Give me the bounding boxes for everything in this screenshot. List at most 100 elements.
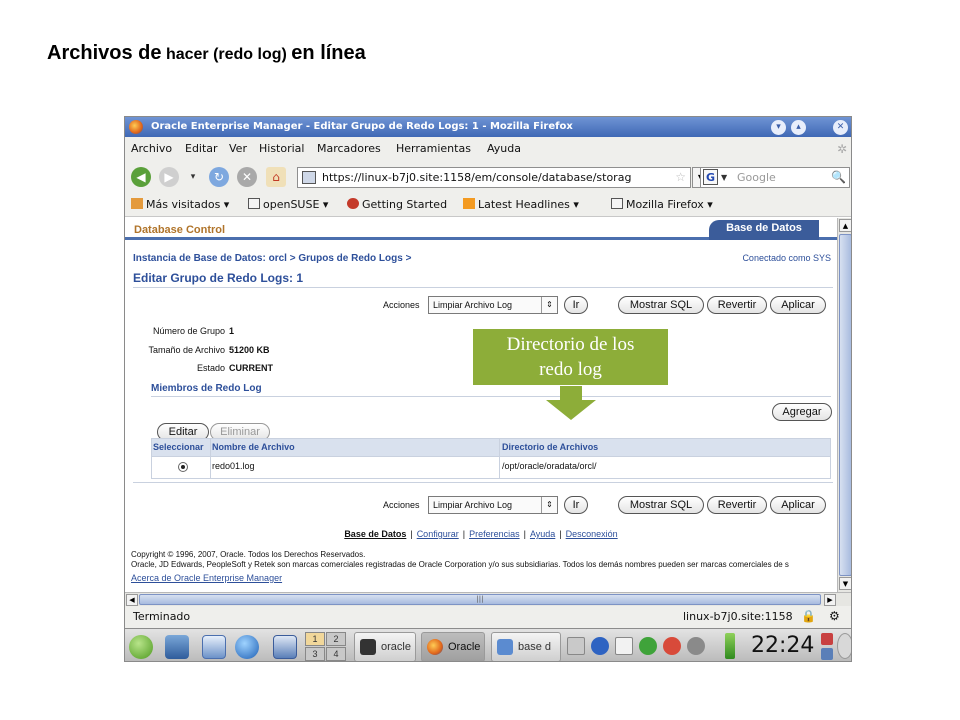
bookmark-opensuse[interactable]: openSUSE ▾: [248, 198, 328, 211]
scroll-down-icon[interactable]: ▼: [839, 577, 851, 590]
desktop-pager[interactable]: 1 2 3 4: [305, 632, 347, 661]
row-select-radio[interactable]: [178, 462, 188, 472]
menu-ayuda[interactable]: Ayuda: [487, 142, 521, 155]
footer-link-configurar[interactable]: Configurar: [417, 529, 459, 539]
reload-icon[interactable]: ↻: [209, 167, 229, 187]
state-value: CURRENT: [229, 363, 273, 373]
slide-title-part3: en línea: [291, 42, 366, 64]
home-icon[interactable]: ⌂: [266, 167, 286, 187]
about-link[interactable]: Acerca de Oracle Enterprise Manager: [131, 573, 282, 583]
maximize-icon[interactable]: ▴: [791, 120, 806, 135]
monitor-icon[interactable]: [273, 635, 297, 659]
desktop-2[interactable]: 2: [326, 632, 346, 646]
devices-icon[interactable]: [687, 637, 705, 655]
bookmark-star-icon[interactable]: ☆: [675, 168, 686, 187]
horizontal-scrollbar[interactable]: ◀ ||| ▶: [125, 592, 851, 606]
add-button[interactable]: Agregar: [772, 403, 832, 421]
menu-marcadores[interactable]: Marcadores: [317, 142, 381, 155]
footer-current-base-de-datos[interactable]: Base de Datos: [344, 529, 406, 539]
start-menu-icon[interactable]: [129, 635, 153, 659]
battery-icon[interactable]: [725, 633, 735, 659]
copyright-line-2: Oracle, JD Edwards, PeopleSoft y Retek s…: [131, 560, 789, 569]
bookmark-mozilla-firefox[interactable]: Mozilla Firefox ▾: [611, 198, 713, 211]
scroll-thumb-horizontal[interactable]: |||: [139, 594, 821, 605]
scroll-thumb[interactable]: [839, 234, 851, 576]
apply-button[interactable]: Aplicar: [770, 296, 826, 314]
bookmark-mas-visitados[interactable]: Más visitados ▾: [131, 198, 229, 211]
menu-editar[interactable]: Editar: [185, 142, 218, 155]
footer-link-ayuda[interactable]: Ayuda: [530, 529, 555, 539]
volume-icon[interactable]: [567, 637, 585, 655]
col-directory-header: Directorio de Archivos: [502, 442, 599, 452]
table-header: Seleccionar Nombre de Archivo Directorio…: [152, 439, 830, 456]
bookmark-getting-started[interactable]: Getting Started: [347, 198, 447, 211]
slide-title: Archivos de hacer (redo log) en línea: [47, 42, 366, 65]
close-icon[interactable]: ✕: [833, 120, 848, 135]
breadcrumb[interactable]: Instancia de Base de Datos: orcl > Grupo…: [133, 253, 411, 264]
clock[interactable]: 22:24: [751, 633, 814, 658]
lock-screen-icon[interactable]: [821, 633, 833, 645]
state-label: Estado: [196, 363, 225, 373]
revert-button-bottom[interactable]: Revertir: [707, 496, 767, 514]
files-icon[interactable]: [202, 635, 226, 659]
desktop-4[interactable]: 4: [326, 647, 346, 661]
tab-base-de-datos[interactable]: Base de Datos: [709, 220, 819, 240]
col-filename-header: Nombre de Archivo: [212, 442, 295, 452]
go-button-bottom[interactable]: Ir: [564, 496, 588, 514]
shutdown-icon[interactable]: [837, 633, 851, 659]
group-number-label: Número de Grupo: [152, 326, 225, 336]
help-icon[interactable]: [591, 637, 609, 655]
update-icon[interactable]: [639, 637, 657, 655]
wrench-icon[interactable]: ⚙: [829, 609, 840, 623]
task-firefox[interactable]: Oracle: [421, 632, 485, 661]
minimize-icon[interactable]: ▾: [771, 120, 786, 135]
desktop-1[interactable]: 1: [305, 632, 325, 646]
vertical-scrollbar[interactable]: ▲ ▼: [837, 218, 851, 592]
footer-link-preferencias[interactable]: Preferencias: [469, 529, 520, 539]
url-bar[interactable]: https://linux-b7j0.site:1158/em/console/…: [297, 167, 691, 188]
menu-historial[interactable]: Historial: [259, 142, 304, 155]
browser-screenshot: Oracle Enterprise Manager - Editar Grupo…: [124, 116, 852, 662]
site-identity-icon[interactable]: [302, 171, 316, 184]
search-engine-icon[interactable]: G: [703, 169, 718, 185]
forward-icon[interactable]: ▶: [159, 167, 179, 187]
back-icon[interactable]: ◀: [131, 167, 151, 187]
desktop-3[interactable]: 3: [305, 647, 325, 661]
web-browser-icon[interactable]: [235, 635, 259, 659]
footer-links: Base de Datos | Configurar | Preferencias | Ay…: [344, 529, 618, 539]
menu-ver[interactable]: Ver: [229, 142, 247, 155]
slide-title-part2: hacer (redo log): [165, 46, 287, 63]
taskbar: 1 2 3 4 oracle Oracle base d 22:24: [125, 628, 851, 661]
apply-button-bottom[interactable]: Aplicar: [770, 496, 826, 514]
show-sql-button[interactable]: Mostrar SQL: [618, 296, 704, 314]
go-button[interactable]: Ir: [564, 296, 588, 314]
scroll-left-icon[interactable]: ◀: [126, 594, 138, 606]
clipboard-icon[interactable]: [615, 637, 633, 655]
stop-icon[interactable]: ✕: [237, 167, 257, 187]
history-dropdown-icon[interactable]: ▾: [183, 167, 203, 187]
computer-icon[interactable]: [165, 635, 189, 659]
menu-archivo[interactable]: Archivo: [131, 142, 172, 155]
statusbar: Terminado linux-b7j0.site:1158 🔒 ⚙: [125, 606, 851, 628]
task-base[interactable]: base d: [491, 632, 561, 661]
bookmark-latest-headlines[interactable]: Latest Headlines ▾: [463, 198, 579, 211]
search-box[interactable]: G ▼ Google 🔍: [700, 167, 850, 188]
actions-select-bottom[interactable]: Limpiar Archivo Log ⇕: [428, 496, 558, 514]
scroll-up-icon[interactable]: ▲: [839, 219, 851, 232]
actions-select-value: Limpiar Archivo Log: [433, 300, 513, 310]
search-icon[interactable]: 🔍: [831, 168, 846, 187]
show-sql-button-bottom[interactable]: Mostrar SQL: [618, 496, 704, 514]
actions-select[interactable]: Limpiar Archivo Log ⇕: [428, 296, 558, 314]
connected-as: Conectado como SYS: [742, 253, 831, 263]
scroll-right-icon[interactable]: ▶: [824, 594, 836, 606]
revert-button[interactable]: Revertir: [707, 296, 767, 314]
lock-icon[interactable]: 🔒: [801, 609, 816, 623]
task-terminal[interactable]: oracle: [354, 632, 416, 661]
folder-icon: [248, 198, 260, 209]
footer-link-desconexion[interactable]: Desconexión: [566, 529, 618, 539]
search-engine-dropdown-icon[interactable]: ▼: [721, 168, 727, 187]
network-icon[interactable]: [663, 637, 681, 655]
getting-started-icon: [347, 198, 359, 209]
menu-herramientas[interactable]: Herramientas: [396, 142, 471, 155]
logout-icon[interactable]: [821, 648, 833, 660]
